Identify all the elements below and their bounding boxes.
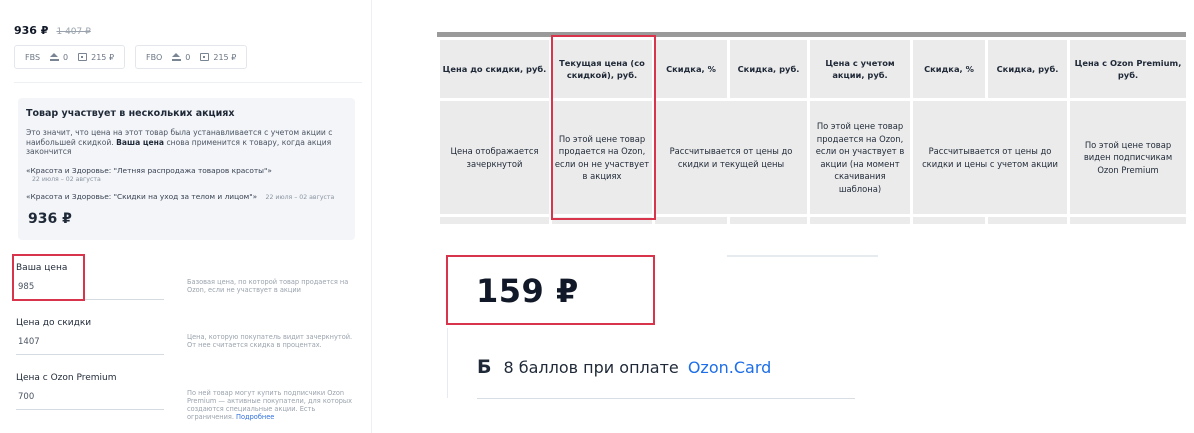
premium-price-input[interactable]: 700: [16, 392, 164, 410]
promo-price: 936 ₽: [28, 211, 72, 227]
divider: [14, 82, 362, 83]
stock-qty: 0: [63, 52, 69, 62]
stock-label: FBO: [146, 52, 163, 62]
card-top-line: [727, 255, 878, 257]
field-hint: Цена, которую покупатель видит зачеркнут…: [187, 333, 353, 349]
warehouse-icon: [172, 53, 182, 61]
stock-qty: 0: [185, 52, 191, 62]
promo-description: Это значит, что цена на этот товар была …: [26, 128, 333, 156]
table-cell: Цена отображается зачеркнутой: [437, 98, 552, 217]
comparison-table: Цена до скидки, руб. Текущая цена (со ск…: [437, 37, 1189, 227]
price-before-discount-input[interactable]: 1407: [16, 337, 164, 355]
card-left-line: [447, 328, 448, 398]
highlight-box: [446, 255, 655, 325]
points-icon: Б: [477, 356, 492, 378]
table-header-cell: Скидка, руб.: [727, 37, 810, 101]
box-icon: [78, 53, 88, 61]
table-cell: Рассчитывается от цены до скидки и цены …: [910, 98, 1070, 217]
box-icon: [200, 53, 210, 61]
stock-price: 215 ₽: [91, 52, 115, 62]
points-text: 8 баллов при оплате: [503, 357, 679, 377]
stock-price: 215 ₽: [213, 52, 237, 62]
highlight-box: [12, 254, 85, 301]
price-summary: 936 ₽ 1 407 ₽: [14, 24, 91, 37]
field-hint: По ней товар могут купить подписчики Ozo…: [187, 389, 353, 421]
promo-title: Товар участвует в нескольких акциях: [26, 108, 235, 119]
promo-date: 22 июля – 02 августа: [265, 193, 335, 201]
stock-fbo[interactable]: FBO 0 215 ₽: [135, 45, 248, 69]
table-cell: По этой цене товар продается на Ozon, ес…: [807, 98, 913, 217]
stock-label: FBS: [25, 52, 41, 62]
field-label: Цена до скидки: [16, 318, 92, 328]
warehouse-icon: [50, 53, 60, 61]
price-settings-panel: 936 ₽ 1 407 ₽ FBS 0 215 ₽ FBO 0 215 ₽ То…: [0, 0, 372, 433]
table-header-cell: Скидка, руб.: [985, 37, 1070, 101]
price-columns-table: Цена до скидки, руб. Текущая цена (со ск…: [437, 32, 1189, 227]
premium-price-field: Цена с Ozon Premium 700: [16, 373, 164, 410]
highlight-box: [551, 35, 656, 220]
table-header-cell: Цена с Ozon Premium, руб.: [1067, 37, 1189, 101]
table-cell: Рассчитывается от цены до скидки и текущ…: [652, 98, 810, 217]
promo-item: «Красота и Здоровье: "Летняя распродажа …: [26, 166, 347, 184]
field-label: Цена с Ozon Premium: [16, 373, 117, 383]
table-header-cell: Скидка, %: [910, 37, 988, 101]
table-cell: По этой цене товар виден подписчикам Ozo…: [1067, 98, 1189, 217]
points-row: Б 8 баллов при оплате Ozon.Card: [477, 356, 771, 378]
stock-fbs[interactable]: FBS 0 215 ₽: [14, 45, 126, 69]
promo-info-box: Товар участвует в нескольких акциях Это …: [18, 98, 355, 240]
ozon-card-link[interactable]: Ozon.Card: [688, 358, 771, 377]
field-hint: Базовая цена, по которой товар продается…: [187, 278, 349, 294]
price-before-discount-field: Цена до скидки 1407: [16, 318, 164, 355]
card-bottom-line: [477, 398, 855, 399]
promo-date: 22 июля – 02 августа: [32, 175, 101, 183]
more-link[interactable]: Подробнее: [236, 413, 274, 421]
table-header-cell: Скидка, %: [652, 37, 730, 101]
stock-row: FBS 0 215 ₽ FBO 0 215 ₽: [14, 45, 248, 69]
promo-item: «Красота и Здоровье: "Скидки на уход за …: [26, 191, 335, 201]
old-price: 1 407 ₽: [56, 27, 91, 37]
table-header-cell: Цена до скидки, руб.: [437, 37, 552, 101]
current-price: 936 ₽: [14, 24, 49, 37]
table-header-cell: Цена с учетом акции, руб.: [807, 37, 913, 101]
